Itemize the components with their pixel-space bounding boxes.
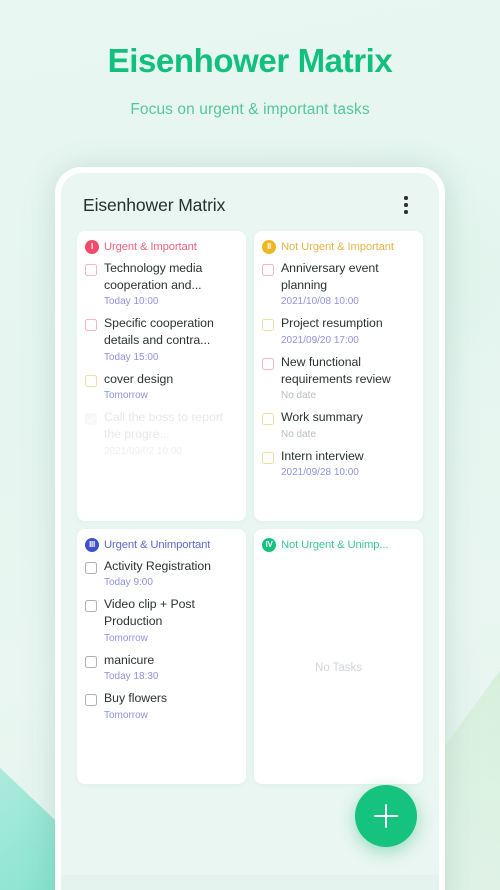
quadrant-numeral-badge: IV [262,538,276,552]
quadrant-header: II Not Urgent & Important [262,240,415,254]
quadrant-not-urgent-important[interactable]: II Not Urgent & Important Anniversary even… [254,231,423,521]
task-checkbox-icon[interactable] [262,413,274,426]
task-due-date: No date [281,428,317,440]
task-title: manicure [104,652,155,667]
task-checkbox-checked-icon[interactable] [85,413,97,426]
kebab-dot [404,196,408,200]
task-title: cover design [104,371,174,386]
quadrant-label: Not Urgent & Important [281,241,394,253]
task-body: Specific cooperation details and contra.… [104,315,238,368]
task-title: Buy flowers [104,691,168,706]
task-body: Project resumption 2021/09/20 17:00 [281,315,415,351]
task-row[interactable]: manicure Today 18:30 [85,652,238,688]
task-title: Work summary [281,410,363,425]
task-title: Specific cooperation details and contra.… [104,316,214,348]
quadrant-not-urgent-unimp[interactable]: IV Not Urgent & Unimp... No Tasks [254,529,423,784]
task-checkbox-icon[interactable] [262,451,274,464]
page-header: Eisenhower Matrix Focus on urgent & impo… [0,0,500,119]
task-due-date: Today 15:00 [104,351,159,363]
task-body: Intern interview 2021/09/28 10:00 [281,448,415,484]
plus-icon [374,804,398,828]
task-row[interactable]: Work summary No date [262,409,415,445]
task-title: Intern interview [281,448,364,463]
task-body: Call the boss to report the progre... 202… [104,409,238,462]
task-checkbox-icon[interactable] [85,562,97,574]
task-due-date: 2021/09/20 17:00 [281,334,359,346]
task-body: Video clip + Post Production Tomorrow [104,596,238,649]
task-row[interactable]: Project resumption 2021/09/20 17:00 [262,315,415,351]
task-title: Video clip + Post Production [104,597,195,629]
task-checkbox-icon[interactable] [85,655,97,668]
quadrant-header: IV Not Urgent & Unimp... [262,538,415,552]
page-title: Eisenhower Matrix [107,42,393,79]
quadrant-numeral-badge: II [262,240,276,254]
kebab-dot [404,203,408,207]
task-checkbox-icon[interactable] [85,600,97,613]
task-body: manicure Today 18:30 [104,652,238,688]
task-row[interactable]: Intern interview 2021/09/28 10:00 [262,448,415,484]
task-due-date: Today 10:00 [104,296,159,308]
task-title: Call the boss to report the progre... [104,410,224,442]
task-row[interactable]: cover design Tomorrow [85,371,238,407]
task-checkbox-icon[interactable] [85,694,97,707]
quadrant-urgent-important[interactable]: I Urgent & Important Technology media coop… [77,231,246,521]
task-checkbox-icon[interactable] [262,319,274,332]
add-task-button[interactable] [355,785,417,847]
quadrant-label: Not Urgent & Unimp... [281,539,389,551]
app-title: Eisenhower Matrix [83,194,226,215]
quadrant-header: I Urgent & Important [85,240,238,254]
task-row[interactable]: Anniversary event planning 2021/10/08 10:… [262,260,415,313]
task-checkbox-icon[interactable] [262,357,274,370]
task-due-date: No date [281,390,317,402]
task-body: Buy flowers Tomorrow [104,690,238,726]
task-title: Project resumption [281,316,383,331]
task-title: New functional requirements review [281,354,391,386]
task-due-date: 2021/10/08 10:00 [281,296,359,308]
kebab-dot [404,210,408,214]
task-row[interactable]: Activity Registration Today 9:00 [85,558,238,594]
app-bar: Eisenhower Matrix [61,173,439,231]
quadrant-numeral-badge: III [85,538,99,552]
quadrant-urgent-unimportant[interactable]: III Urgent & Unimportant Activity Registra… [77,529,246,784]
page-subtitle: Focus on urgent & important tasks [130,101,370,118]
task-checkbox-icon[interactable] [85,264,97,276]
task-title: Activity Registration [104,559,211,573]
kebab-menu-icon[interactable] [395,193,417,217]
task-row[interactable]: Buy flowers Tomorrow [85,690,238,726]
task-checkbox-icon[interactable] [262,264,274,276]
task-due-date: 2021/09/02 10:00 [104,445,182,457]
quadrant-numeral-badge: I [85,240,99,254]
task-title: Anniversary event planning [281,261,379,292]
quadrant-label: Urgent & Unimportant [104,539,211,551]
task-body: cover design Tomorrow [104,371,238,407]
task-due-date: Tomorrow [104,709,148,721]
empty-state-label: No Tasks [314,661,363,674]
phone-screen: Eisenhower Matrix I Urgent & Important Tec… [61,173,439,890]
phone-frame: Eisenhower Matrix I Urgent & Important Tec… [55,167,445,890]
task-due-date: Tomorrow [104,632,148,644]
bottom-navigation [61,875,439,890]
task-row[interactable]: Technology media cooperation and... Today… [85,260,238,313]
task-row[interactable]: Call the boss to report the progre... 202… [85,409,238,462]
task-due-date: Tomorrow [104,390,148,402]
task-row[interactable]: Video clip + Post Production Tomorrow [85,596,238,649]
task-body: Technology media cooperation and... Today… [104,260,238,313]
task-row[interactable]: New functional requirements review No dat… [262,354,415,407]
task-due-date: 2021/09/28 10:00 [281,467,359,479]
task-body: Anniversary event planning 2021/10/08 10:… [281,260,415,313]
eisenhower-matrix-grid: I Urgent & Important Technology media coop… [61,231,439,784]
task-body: New functional requirements review No dat… [281,354,415,407]
task-row[interactable]: Specific cooperation details and contra.… [85,315,238,368]
quadrant-header: III Urgent & Unimportant [85,538,238,552]
task-body: Activity Registration Today 9:00 [104,558,238,594]
task-checkbox-icon[interactable] [85,374,97,387]
task-due-date: Today 18:30 [104,671,159,683]
task-checkbox-icon[interactable] [85,319,97,332]
task-due-date: Today 9:00 [104,577,153,589]
task-body: Work summary No date [281,409,415,445]
quadrant-label: Urgent & Important [104,241,197,253]
task-title: Technology media cooperation and... [104,261,203,292]
